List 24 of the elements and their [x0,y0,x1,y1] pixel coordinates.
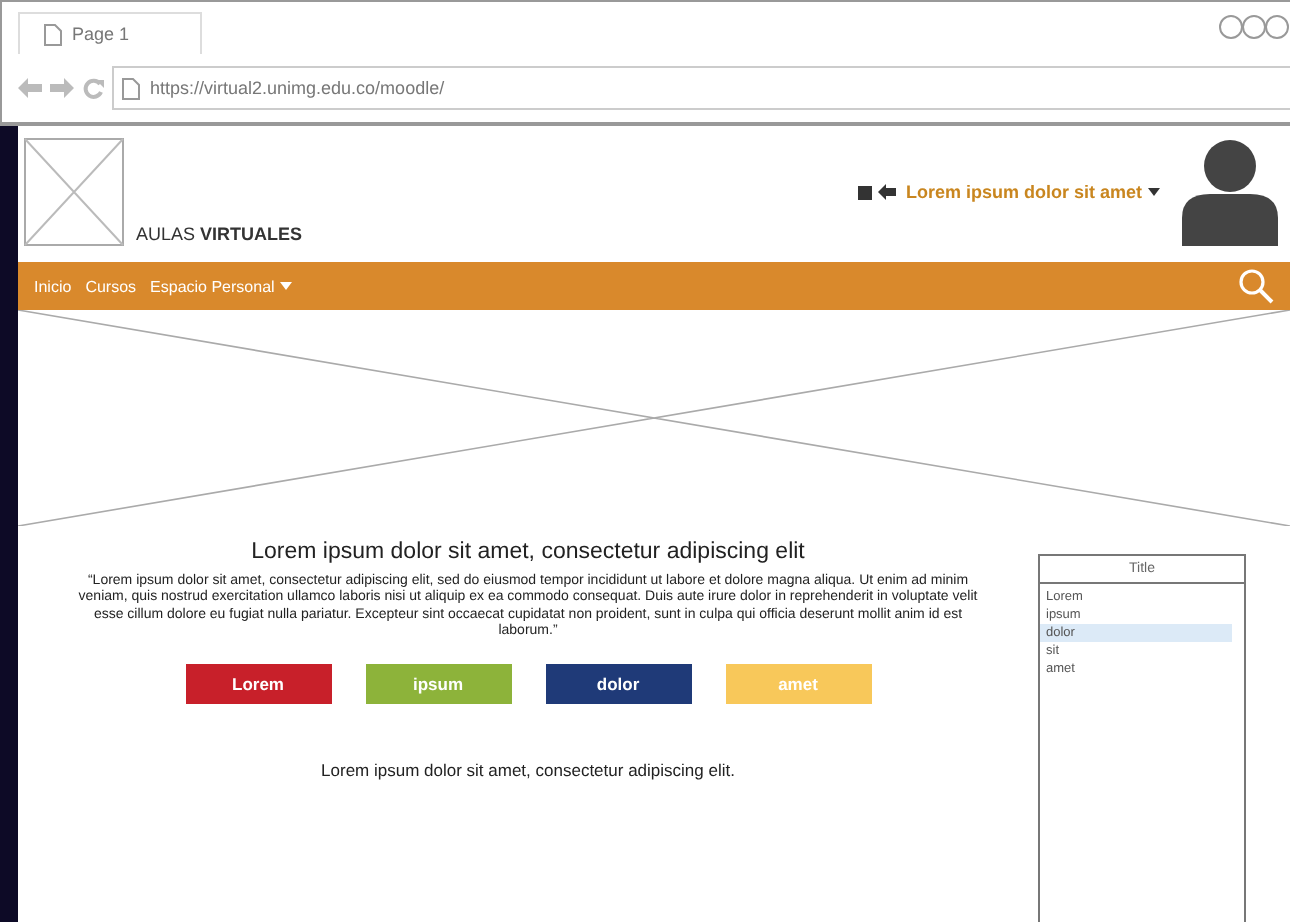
footer-text: Lorem ipsum dolor sit amet, consectetur adipiscing elit. [321,759,735,780]
page-icon [122,77,140,99]
browser-tab[interactable]: Page 1 [18,12,202,54]
caret-icon [280,282,293,290]
nav-link[interactable]: Cursos [85,277,137,295]
forward-icon[interactable] [50,78,74,98]
nav-link[interactable]: Espacio Personal [150,277,293,295]
window-controls-icon[interactable] [1218,14,1290,40]
section-heading: Lorem ipsum dolor sit amet, consectetur adipiscing elit [251,540,805,564]
reload-icon[interactable] [82,77,104,99]
color-button[interactable]: dolor [545,663,691,704]
logo-placeholder [24,138,124,246]
color-button[interactable]: ipsum [365,663,511,704]
caret-icon[interactable] [1148,188,1160,196]
avatar-icon[interactable] [1178,138,1282,246]
search-icon[interactable] [1238,268,1274,304]
message-icon[interactable] [857,185,872,199]
back-icon[interactable] [18,78,42,98]
page-icon [44,23,62,45]
address-field[interactable]: https://virtual2.unimg.edu.co/moodle/ [112,66,1290,110]
color-button[interactable]: Lorem [185,663,331,704]
user-menu[interactable]: Lorem ipsum dolor sit amet [905,182,1142,202]
nav-link[interactable]: Inicio [34,277,72,295]
site-title: AULAS VIRTUALES [136,224,303,244]
